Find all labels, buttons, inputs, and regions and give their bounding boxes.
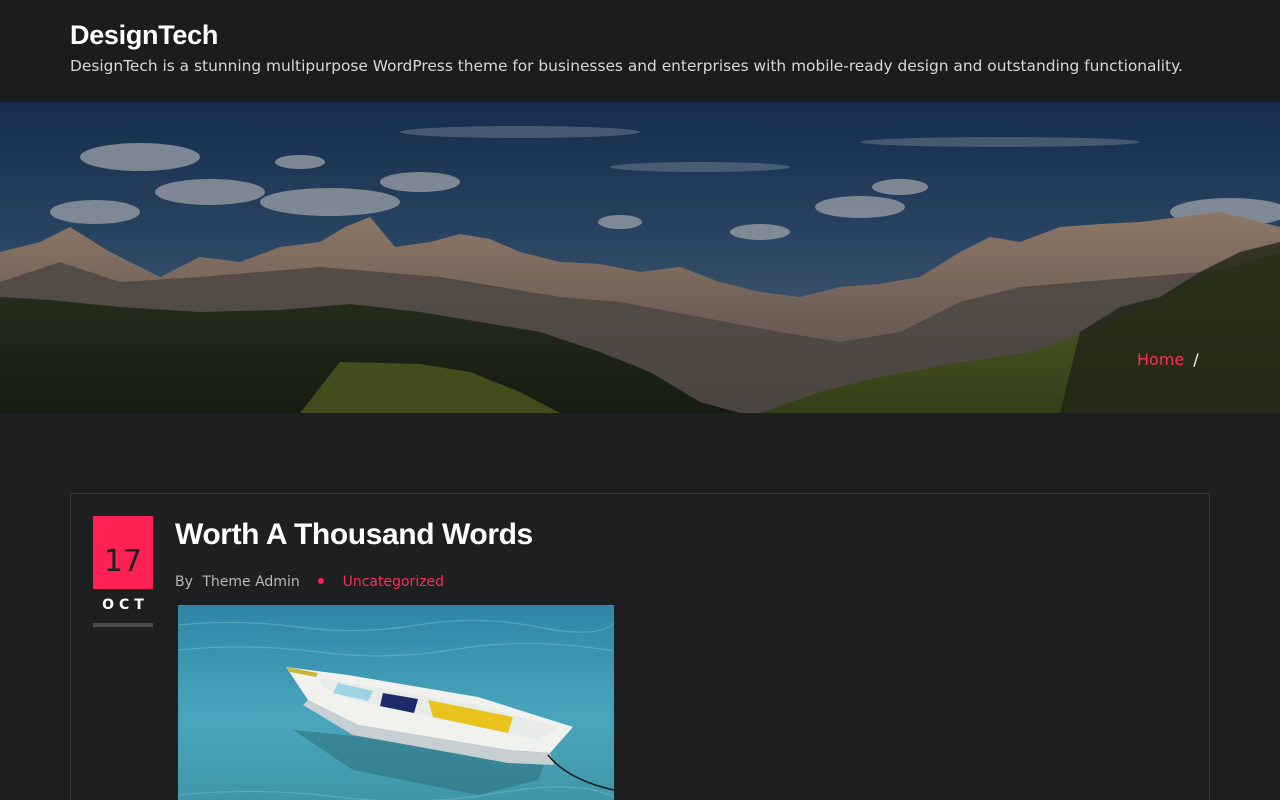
post-card: 17 OCT Worth A Thousand Words By Theme A… <box>70 493 1210 800</box>
site-title[interactable]: DesignTech <box>70 20 218 51</box>
boat-on-water-image <box>178 605 614 800</box>
post-title[interactable]: Worth A Thousand Words <box>175 518 533 552</box>
breadcrumb: Home / <box>1137 350 1199 369</box>
author-link[interactable]: Theme Admin <box>202 574 299 590</box>
post-date-month: OCT <box>102 597 149 613</box>
mountain-banner-image <box>0 102 1280 413</box>
meta-separator-dot <box>318 578 325 584</box>
breadcrumb-separator: / <box>1193 350 1199 369</box>
category-link[interactable]: Uncategorized <box>343 574 444 590</box>
site-description: DesignTech is a stunning multipurpose Wo… <box>70 57 1183 75</box>
breadcrumb-home-link[interactable]: Home <box>1137 350 1184 369</box>
page-banner: Home / <box>0 102 1280 413</box>
post-date-day: 17 <box>93 516 153 589</box>
by-label: By <box>175 574 193 590</box>
site-header: DesignTech DesignTech is a stunning mult… <box>0 0 1280 102</box>
post-meta: By Theme Admin Uncategorized <box>175 574 444 590</box>
post-featured-image[interactable] <box>178 605 614 800</box>
date-divider <box>93 623 153 627</box>
